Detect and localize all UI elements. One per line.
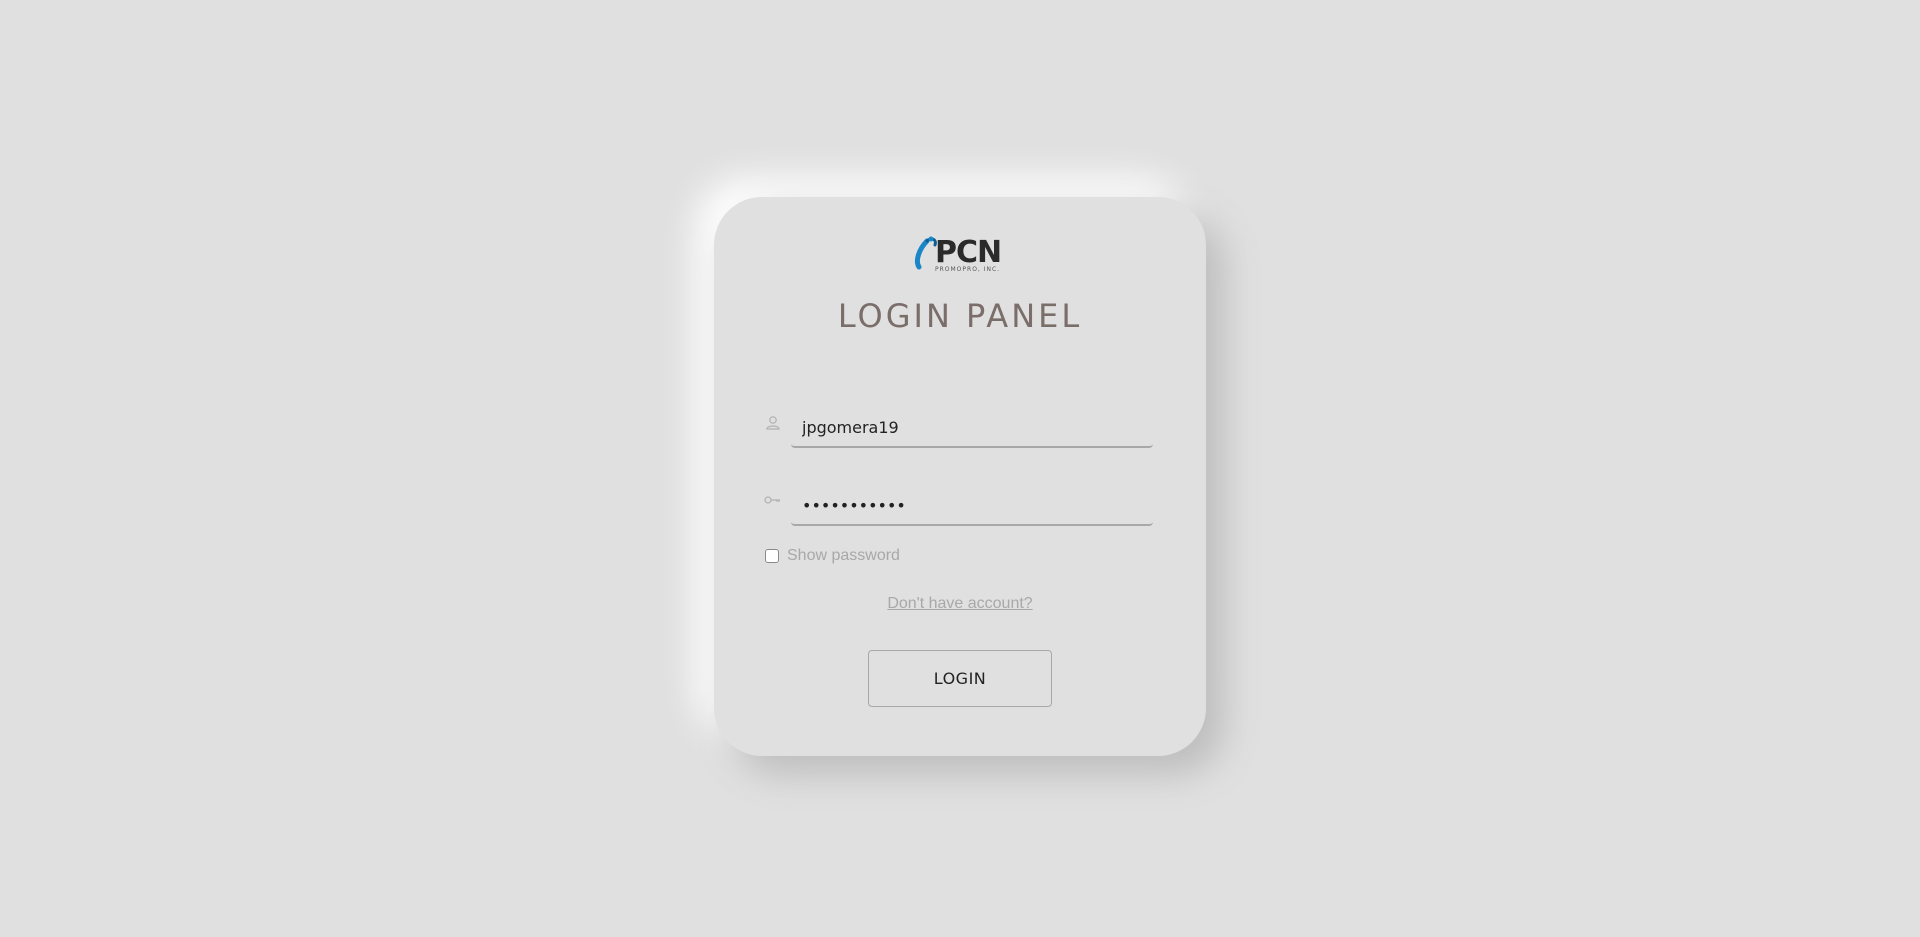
logo: PCN PROMOPRO, INC. — [714, 235, 1206, 277]
password-input[interactable] — [791, 486, 1153, 524]
logo-subtext: PROMOPRO, INC. — [935, 266, 1001, 273]
login-button[interactable]: LOGIN — [868, 650, 1052, 707]
username-field[interactable] — [791, 408, 1153, 448]
show-password-label[interactable]: Show password — [787, 547, 900, 565]
page-title: LOGIN PANEL — [837, 297, 1083, 335]
key-icon — [764, 496, 780, 504]
show-password-row[interactable]: Show password — [765, 546, 900, 566]
password-field[interactable] — [791, 486, 1153, 526]
logo-wordmark: PCN — [935, 235, 1002, 270]
create-account-link[interactable]: Don't have account? — [714, 595, 1206, 613]
show-password-checkbox[interactable] — [765, 549, 779, 563]
page-background: PCN PROMOPRO, INC. LOGIN PANEL Show pass… — [0, 0, 1920, 937]
user-icon — [766, 416, 780, 430]
pcn-logo: PCN PROMOPRO, INC. — [913, 235, 1007, 277]
login-card: PCN PROMOPRO, INC. LOGIN PANEL Show pass… — [714, 197, 1206, 756]
username-input[interactable] — [791, 408, 1153, 446]
